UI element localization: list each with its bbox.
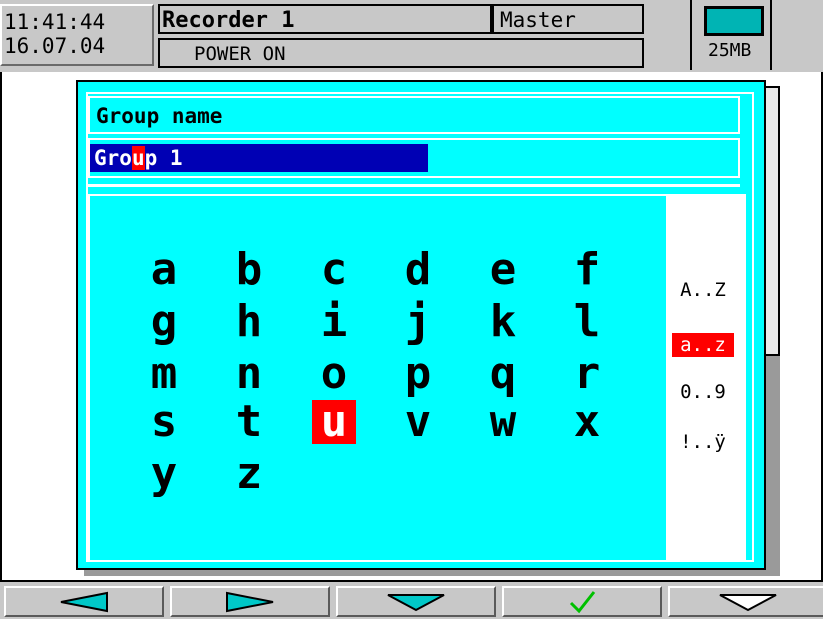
softkey-5-button[interactable] <box>668 586 823 617</box>
key-w[interactable]: w <box>481 400 525 444</box>
key-z[interactable]: z <box>227 452 271 496</box>
softkey-4-button[interactable] <box>502 586 662 617</box>
arrow-left-icon <box>59 590 109 614</box>
key-r[interactable]: r <box>565 352 609 396</box>
softkey-2-button[interactable] <box>170 586 330 617</box>
key-j[interactable]: j <box>396 300 440 344</box>
status-message: POWER ON <box>194 43 286 65</box>
arrow-down-outline-icon <box>718 592 778 612</box>
key-m[interactable]: m <box>142 352 186 396</box>
key-g[interactable]: g <box>142 300 186 344</box>
key-e[interactable]: e <box>481 248 525 292</box>
key-o[interactable]: o <box>312 352 356 396</box>
key-d[interactable]: d <box>396 248 440 292</box>
key-x[interactable]: x <box>565 400 609 444</box>
key-v[interactable]: v <box>396 400 440 444</box>
softkey-3-button[interactable] <box>336 586 496 617</box>
role-label: Master <box>500 8 576 32</box>
checkmark-icon <box>567 589 597 615</box>
key-l[interactable]: l <box>565 300 609 344</box>
key-t[interactable]: t <box>227 400 271 444</box>
mode-lower-button[interactable]: a..z <box>672 333 734 357</box>
dialog-divider <box>88 184 740 187</box>
mode-selector-panel <box>666 194 746 560</box>
storage-label: 25MB <box>708 40 752 61</box>
clock-time: 11:41:44 <box>4 10 106 34</box>
key-y[interactable]: y <box>142 452 186 496</box>
mode-digits-button[interactable]: 0..9 <box>672 380 734 404</box>
value-after-cursor: p 1 <box>144 146 183 170</box>
mode-upper-button[interactable]: A..Z <box>672 278 734 302</box>
key-u[interactable]: u <box>312 400 356 444</box>
key-f[interactable]: f <box>565 248 609 292</box>
dialog-title: Group name <box>96 104 223 128</box>
key-c[interactable]: c <box>312 248 356 292</box>
key-b[interactable]: b <box>227 248 271 292</box>
value-before-cursor: Gro <box>94 146 132 170</box>
key-p[interactable]: p <box>396 352 440 396</box>
recorder-name: Recorder 1 <box>162 8 295 33</box>
key-a[interactable]: a <box>142 248 186 292</box>
key-i[interactable]: i <box>312 300 356 344</box>
clock-date: 16.07.04 <box>4 34 106 58</box>
text-cursor: u <box>131 146 145 170</box>
arrow-down-icon <box>386 592 446 612</box>
mode-symbols-button[interactable]: !..ÿ <box>672 430 734 454</box>
key-h[interactable]: h <box>227 300 271 344</box>
arrow-right-icon <box>225 590 275 614</box>
memory-card-icon <box>704 6 764 36</box>
key-k[interactable]: k <box>481 300 525 344</box>
key-n[interactable]: n <box>227 352 271 396</box>
key-s[interactable]: s <box>142 400 186 444</box>
group-name-value: Group 1 <box>94 146 183 170</box>
softkey-1-button[interactable] <box>4 586 164 617</box>
key-q[interactable]: q <box>481 352 525 396</box>
